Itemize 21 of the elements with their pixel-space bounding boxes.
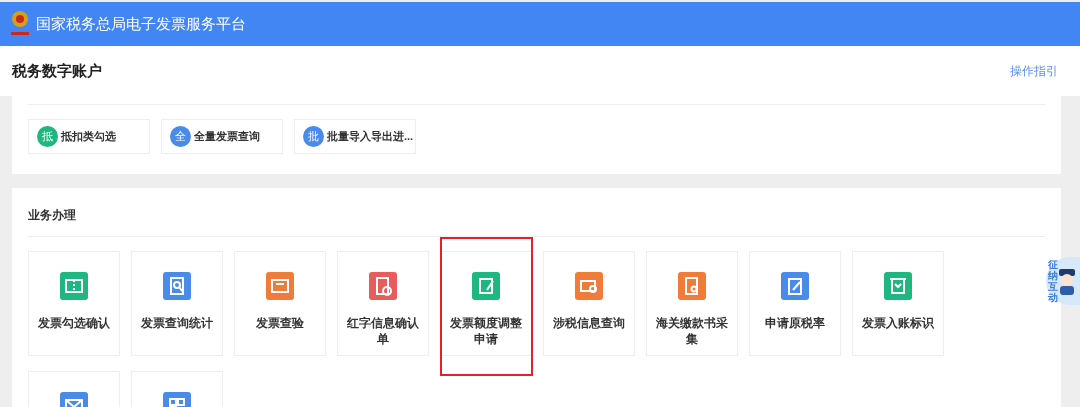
section-title: 业务办理 (28, 207, 77, 222)
shortcut-button[interactable]: 抵 抵扣类勾选 (28, 119, 150, 154)
assistant-widget[interactable]: 征纳互动 (1046, 257, 1080, 305)
shortcut-badge: 批 (303, 126, 324, 147)
platform-title: 国家税务总局电子发票服务平台 (36, 13, 246, 34)
shortcut-badge: 全 (170, 126, 191, 147)
shortcut-button[interactable]: 全 全量发票查询 (161, 119, 283, 154)
page-title: 税务数字账户 (12, 60, 102, 81)
service-tile[interactable]: 红字信息确认单 (337, 251, 429, 356)
service-tile[interactable]: 申请原税率 (749, 251, 841, 356)
assistant-label: 征纳互动 (1048, 259, 1058, 303)
service-tile[interactable]: 涉税信息查询 (543, 251, 635, 356)
shortcut-button[interactable]: 批 批量导入导出进... (294, 119, 416, 154)
cartoon-officer-icon (1058, 267, 1076, 295)
service-tile[interactable]: 发票额度调整申请 (440, 251, 532, 356)
service-tile[interactable]: 发票查询统计 (131, 251, 223, 356)
shortcut-badge: 抵 (37, 126, 58, 147)
service-tile[interactable]: 发票查验 (234, 251, 326, 356)
service-tile[interactable]: 海关缴款书采集 (646, 251, 738, 356)
service-tile[interactable]: 发票入账标识 (852, 251, 944, 356)
service-tile[interactable]: 发票勾选确认 (28, 251, 120, 356)
